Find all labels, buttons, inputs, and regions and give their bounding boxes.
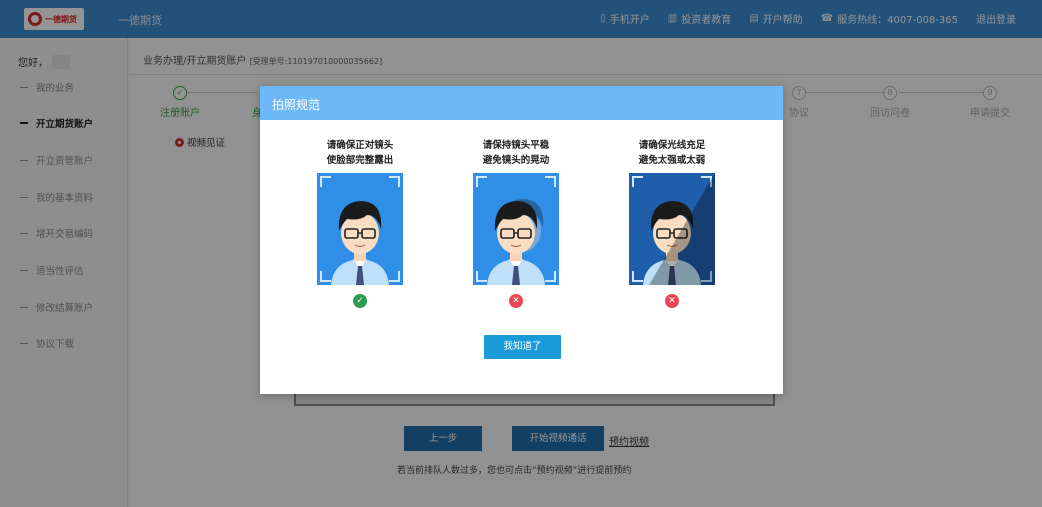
guide-line: 避免太强或太弱 [638,155,706,166]
close-icon: ✕ [509,294,523,308]
check-icon: ✓ [353,294,367,308]
guide-line: 使脸部完整露出 [326,155,394,166]
guide-line: 请确保正对镜头 [326,140,394,151]
portrait-illustration-blurred [473,173,559,285]
photo-guide-modal: 拍照规范 请确保正对镜头 使脸部完整露出 ✓ 请保持镜头平稳 避免镜头的晃动 ✕… [260,86,783,394]
guide-text: 请保持镜头平稳 避免镜头的晃动 [456,138,576,168]
guide-text: 请确保正对镜头 使脸部完整露出 [300,138,420,168]
guide-card-steady-camera: 请保持镜头平稳 避免镜头的晃动 ✕ [456,138,576,308]
guide-text: 请确保光线充足 避免太强或太弱 [612,138,732,168]
got-it-button[interactable]: 我知道了 [484,335,561,359]
guide-card-face-camera: 请确保正对镜头 使脸部完整露出 ✓ [300,138,420,308]
guide-card-lighting: 请确保光线充足 避免太强或太弱 ✕ [612,138,732,308]
portrait-illustration [317,173,403,285]
guide-line: 请保持镜头平稳 [482,140,550,151]
close-icon: ✕ [665,294,679,308]
modal-title: 拍照规范 [260,86,783,120]
portrait-illustration-shadowed [629,173,715,285]
guide-line: 请确保光线充足 [638,140,706,151]
guide-line: 避免镜头的晃动 [482,155,550,166]
